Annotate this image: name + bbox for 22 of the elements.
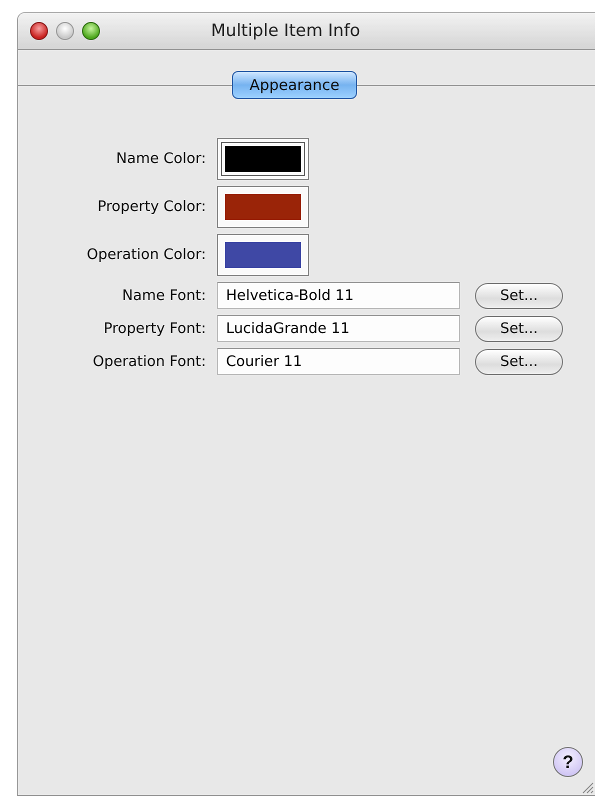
font-label: Name Font: xyxy=(121,288,206,304)
minimize-button[interactable] xyxy=(56,22,74,40)
color-label: Property Color: xyxy=(96,199,206,215)
color-label: Operation Color: xyxy=(86,247,206,263)
help-button[interactable]: ? xyxy=(553,747,583,777)
color-label: Name Color: xyxy=(115,151,206,167)
font-label: Operation Font: xyxy=(92,354,206,370)
font-field[interactable]: Courier 11 xyxy=(217,348,460,375)
color-well[interactable] xyxy=(217,186,309,228)
close-button[interactable] xyxy=(30,22,48,40)
font-field[interactable]: LucidaGrande 11 xyxy=(217,315,460,342)
font-label: Property Font: xyxy=(102,320,206,336)
color-well[interactable] xyxy=(217,138,309,180)
set-button[interactable]: Set... xyxy=(475,316,563,342)
window-title: Multiple Item Info xyxy=(211,21,360,41)
set-button[interactable]: Set... xyxy=(475,282,563,308)
appearance-tab[interactable]: Appearance xyxy=(232,71,357,99)
resize-grip-icon[interactable] xyxy=(580,780,594,794)
zoom-button[interactable] xyxy=(82,22,100,40)
font-field[interactable]: Helvetica-Bold 11 xyxy=(217,282,460,309)
set-button[interactable]: Set... xyxy=(475,348,563,374)
color-well[interactable] xyxy=(217,234,309,276)
